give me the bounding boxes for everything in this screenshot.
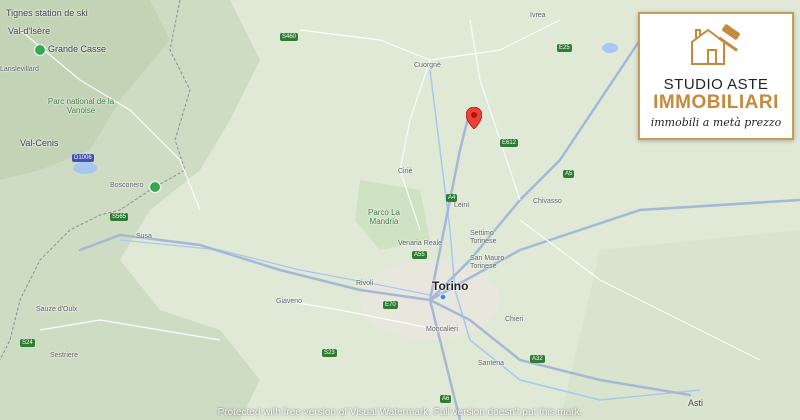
lake-moncenisio — [73, 162, 97, 174]
house-gavel-emblem-icon — [691, 24, 740, 65]
label-parco-mandria: Parco La Mandria — [367, 208, 401, 226]
label-tignes: Tignes station de ski — [6, 8, 88, 18]
label-venaria: Venaria Reale — [398, 240, 442, 247]
road-shield-s24: S24 — [20, 339, 35, 347]
label-grande-casse: Grande Casse — [48, 44, 107, 54]
label-cirie: Ciriè — [398, 168, 413, 175]
label-parc-vanoise: Parc national de la Vanoise — [47, 97, 115, 115]
road-shield-a4: A4 — [446, 194, 458, 202]
road-shield-d1006: D1006 — [72, 154, 94, 162]
label-sauze: Sauze d'Oulx — [36, 306, 78, 313]
road-shield-s565: S565 — [110, 213, 129, 221]
label-susa: Susa — [136, 233, 152, 240]
label-rivoli: Rivoli — [356, 280, 374, 287]
label-moncalieri: Moncalieri — [426, 326, 458, 333]
road-shield-a55: A55 — [412, 251, 427, 259]
label-lanslevillard: Lanslevillard — [0, 66, 39, 73]
label-settimo: Settimo Torinese — [470, 230, 497, 245]
watermark-text: Protected with free version of Visual Wa… — [217, 407, 583, 418]
label-santena: Santena — [478, 360, 505, 367]
logo-line-immobiliari: IMMOBILIARI — [653, 92, 779, 113]
logo-line-studio-aste: STUDIO ASTE — [663, 76, 769, 93]
road-shield-a6: A6 — [440, 395, 452, 403]
road-shield-a5: A5 — [563, 170, 575, 178]
lake-viverone — [602, 43, 618, 53]
label-val-disere: Val-d'Isère — [8, 26, 51, 36]
park-icon — [149, 181, 161, 193]
location-pin-icon[interactable] — [465, 106, 483, 130]
label-giaveno: Giaveno — [276, 298, 303, 305]
label-leini: Leinì — [454, 202, 470, 209]
road-shield-s23: S23 — [322, 349, 337, 357]
label-ivrea: Ivrea — [530, 12, 546, 19]
label-chieri: Chieri — [505, 316, 524, 323]
label-bosconero: Bosconero — [110, 182, 144, 189]
label-san-mauro: San Mauro Torinese — [470, 255, 505, 270]
road-shield-e612: E612 — [500, 139, 519, 147]
label-torino: Torino — [432, 279, 469, 293]
label-chivasso: Chivasso — [533, 198, 562, 205]
label-sestriere: Sestriere — [50, 352, 79, 359]
label-cuorgne: Cuorgnè — [414, 62, 441, 69]
road-shield-s460: S460 — [280, 33, 299, 41]
logo-tagline: immobili a metà prezzo — [650, 116, 782, 129]
torino-center-dot — [439, 293, 447, 301]
road-shield-e70: E70 — [383, 301, 398, 309]
road-shield-e25: E25 — [557, 44, 572, 52]
mountain-peak-icon — [34, 44, 46, 56]
road-shield-a32: A32 — [530, 355, 545, 363]
studio-aste-logo: STUDIO ASTE IMMOBILIARI immobili a metà … — [638, 12, 794, 140]
label-val-cenis: Val-Cenis — [20, 138, 59, 148]
